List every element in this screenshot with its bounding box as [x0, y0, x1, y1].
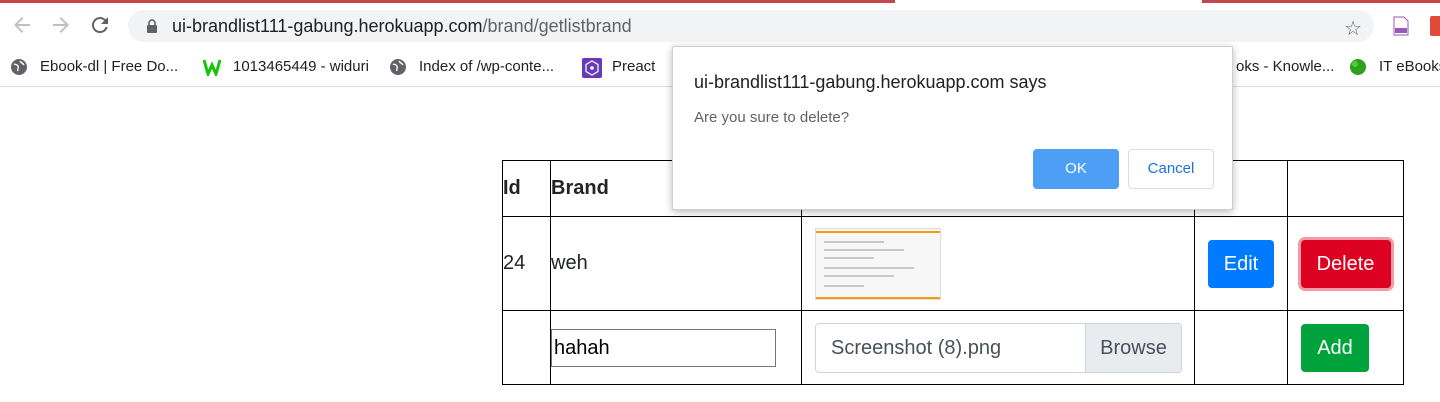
bookmark-label: Ebook-dl | Free Do...: [40, 58, 179, 75]
new-row-brand-cell: hahah: [550, 310, 802, 385]
bookmark-star-icon[interactable]: ☆: [1344, 16, 1362, 41]
green-blob-icon: [1349, 58, 1367, 76]
new-row-file-cell: Screenshot (8).png Browse: [801, 310, 1195, 385]
back-icon[interactable]: [10, 13, 34, 37]
confirm-dialog: ui-brandlist111-gabung.herokuapp.com say…: [672, 46, 1233, 210]
new-row-id: [502, 310, 551, 385]
pdf-extension-icon[interactable]: [1393, 16, 1409, 36]
edit-button[interactable]: Edit: [1208, 239, 1274, 288]
dialog-message: Are you sure to delete?: [694, 109, 850, 126]
ok-button[interactable]: OK: [1033, 149, 1119, 189]
header-delete: [1287, 160, 1404, 217]
forward-icon[interactable]: [49, 13, 73, 37]
url-path: /brand/getlistbrand: [482, 16, 632, 36]
file-input[interactable]: Screenshot (8).png Browse: [815, 322, 1182, 373]
url-host: ui-brandlist111-gabung.herokuapp.com: [172, 16, 483, 36]
w-logo-icon: [202, 58, 222, 79]
preact-icon: [582, 58, 602, 78]
new-row-empty-cell: [1194, 310, 1288, 385]
globe-icon: [389, 58, 407, 76]
row-brand: weh: [550, 216, 802, 311]
new-row-add-cell: Add: [1287, 310, 1404, 385]
url-text: ui-brandlist111-gabung.herokuapp.com/bra…: [172, 16, 632, 37]
row-image-cell: [801, 216, 1195, 311]
file-name-label: Screenshot (8).png: [831, 336, 1002, 359]
globe-icon: [10, 58, 28, 76]
delete-button[interactable]: Delete: [1300, 239, 1391, 288]
bookmark-label: IT eBooks: [1379, 58, 1440, 75]
bookmark-label: 1013465449 - widuri: [233, 58, 369, 75]
row-edit-cell: Edit: [1194, 216, 1288, 311]
extension-icon[interactable]: [1430, 16, 1440, 36]
brand-image-thumbnail: [815, 227, 941, 300]
browse-button[interactable]: Browse: [1085, 323, 1181, 372]
header-id: Id: [502, 160, 551, 217]
brand-name-input[interactable]: hahah: [551, 328, 776, 367]
row-id: 24: [502, 216, 551, 311]
table-new-row: hahah Screenshot (8).png Browse Add: [502, 310, 1404, 385]
table-row: 24 weh Edit Delete: [502, 216, 1404, 311]
lock-icon: [146, 19, 158, 38]
bookmark-label: Index of /wp-conte...: [419, 58, 555, 75]
cancel-button[interactable]: Cancel: [1128, 149, 1214, 189]
row-delete-cell: Delete: [1287, 216, 1404, 311]
bookmark-label: oks - Knowle...: [1236, 58, 1335, 75]
reload-icon[interactable]: [88, 13, 112, 37]
add-button[interactable]: Add: [1301, 323, 1369, 372]
bookmark-label: Preact: [612, 58, 656, 75]
browser-toolbar: ui-brandlist111-gabung.herokuapp.com/bra…: [0, 3, 1440, 47]
address-bar[interactable]: ui-brandlist111-gabung.herokuapp.com/bra…: [128, 10, 1374, 42]
dialog-title: ui-brandlist111-gabung.herokuapp.com say…: [694, 72, 1047, 92]
